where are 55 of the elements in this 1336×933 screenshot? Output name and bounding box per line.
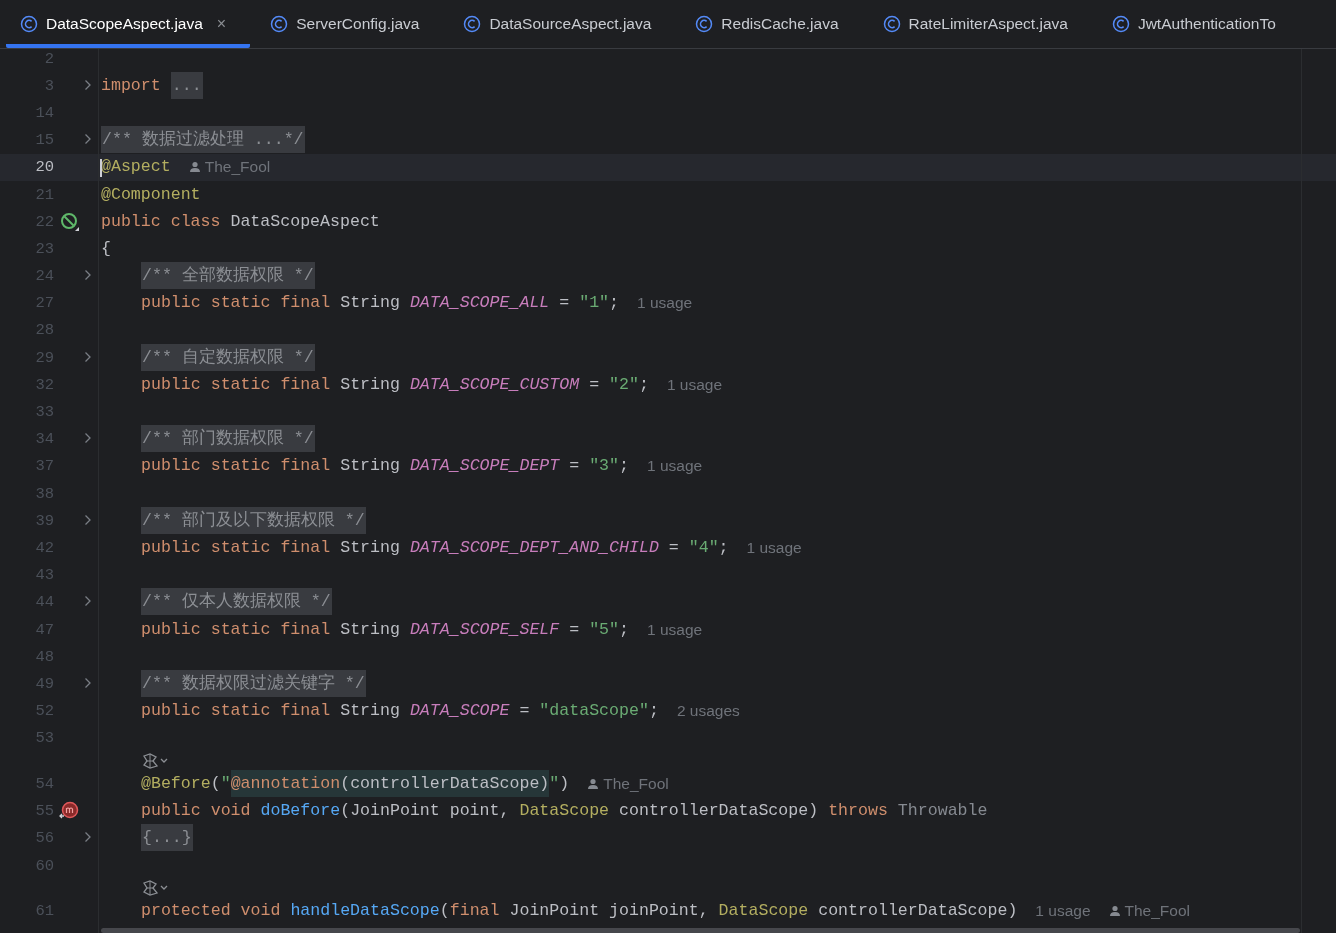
- code-line: public static final String DATA_SCOPE_ALL = "1";: [141, 293, 620, 314]
- fold-chevron-icon[interactable]: [84, 269, 92, 282]
- close-button[interactable]: ×: [216, 15, 227, 33]
- code-line: public void doBefore(JoinPoint point, DataScope controllerDataScope) throws Throwable: [141, 801, 988, 822]
- code-line: @Before("@annotation(controllerDataScope)"): [141, 773, 570, 794]
- fold-chevron-icon[interactable]: [84, 432, 92, 445]
- code-line: /** 数据权限过滤关键字 */: [141, 673, 366, 694]
- editor-tab[interactable]: DataSourceAspect.java: [449, 0, 676, 48]
- fold-chevron-icon[interactable]: [84, 513, 92, 526]
- usage-hint[interactable]: 1 usage: [647, 456, 703, 477]
- person-icon: [188, 161, 201, 174]
- code-line: public static final String DATA_SCOPE_DEPT_AND_CHILD = "4";: [141, 537, 729, 558]
- usage-hint[interactable]: 1 usage: [637, 293, 693, 314]
- person-icon: [1108, 905, 1121, 918]
- fold-chevron-icon[interactable]: [84, 350, 92, 363]
- fold-chevron-icon[interactable]: [84, 676, 92, 689]
- author-hint[interactable]: The_Fool: [1124, 901, 1190, 922]
- usage-hint[interactable]: 2 usages: [676, 701, 740, 722]
- usage-hint[interactable]: 1 usage: [1035, 901, 1091, 922]
- usage-hint[interactable]: 1 usage: [746, 537, 802, 558]
- person-icon: [587, 777, 600, 790]
- horizontal-scrollbar[interactable]: [101, 928, 1300, 933]
- code-line: /** 部门及以下数据权限 */: [141, 510, 366, 531]
- code-line: public static final String DATA_SCOPE_DEPT = "3";: [141, 456, 629, 477]
- code-line: /** 自定数据权限 */: [141, 347, 315, 368]
- fold-chevron-icon[interactable]: [84, 78, 92, 91]
- code-line: protected void handleDataScope(final JoinPoint joinPoint, DataScope controllerDataScope): [141, 901, 1018, 922]
- class-file-icon: [882, 15, 901, 33]
- code-line: {: [101, 238, 111, 259]
- bean-icon[interactable]: [60, 211, 80, 232]
- code-line: @Component: [101, 184, 201, 205]
- editor-tab[interactable]: JwtAuthenticationTo: [1097, 0, 1300, 48]
- editor-tab[interactable]: RedisCache.java: [681, 0, 863, 48]
- author-hint[interactable]: The_Fool: [603, 773, 669, 794]
- code-line: public class DataScopeAspect: [101, 211, 380, 232]
- fold-chevron-icon[interactable]: [84, 133, 92, 146]
- code-line: public static final String DATA_SCOPE_SELF = "5";: [141, 619, 629, 640]
- code-line: @Aspect: [101, 157, 171, 178]
- fold-chevron-icon[interactable]: [84, 831, 92, 844]
- code-line: public static final String DATA_SCOPE_CUSTOM = "2";: [141, 374, 649, 395]
- author-hint[interactable]: The_Fool: [204, 157, 271, 178]
- class-file-icon: [1111, 15, 1130, 33]
- fold-chevron-icon[interactable]: [84, 595, 92, 608]
- text-caret: [100, 158, 102, 177]
- editor-tab[interactable]: RateLimiterAspect.java: [868, 0, 1092, 48]
- editor-tab[interactable]: ServerConfig.java: [256, 0, 444, 48]
- code-line: public static final String DATA_SCOPE = "dataScope";: [141, 701, 659, 722]
- usage-hint[interactable]: 1 usage: [666, 374, 723, 395]
- class-file-icon: [695, 15, 714, 33]
- class-file-icon: [270, 15, 289, 33]
- code-line: import ...: [101, 75, 203, 96]
- class-file-icon: [463, 15, 482, 33]
- usage-hint[interactable]: 1 usage: [647, 619, 703, 640]
- line-number: 20: [34, 158, 54, 177]
- class-file-icon: [20, 15, 38, 33]
